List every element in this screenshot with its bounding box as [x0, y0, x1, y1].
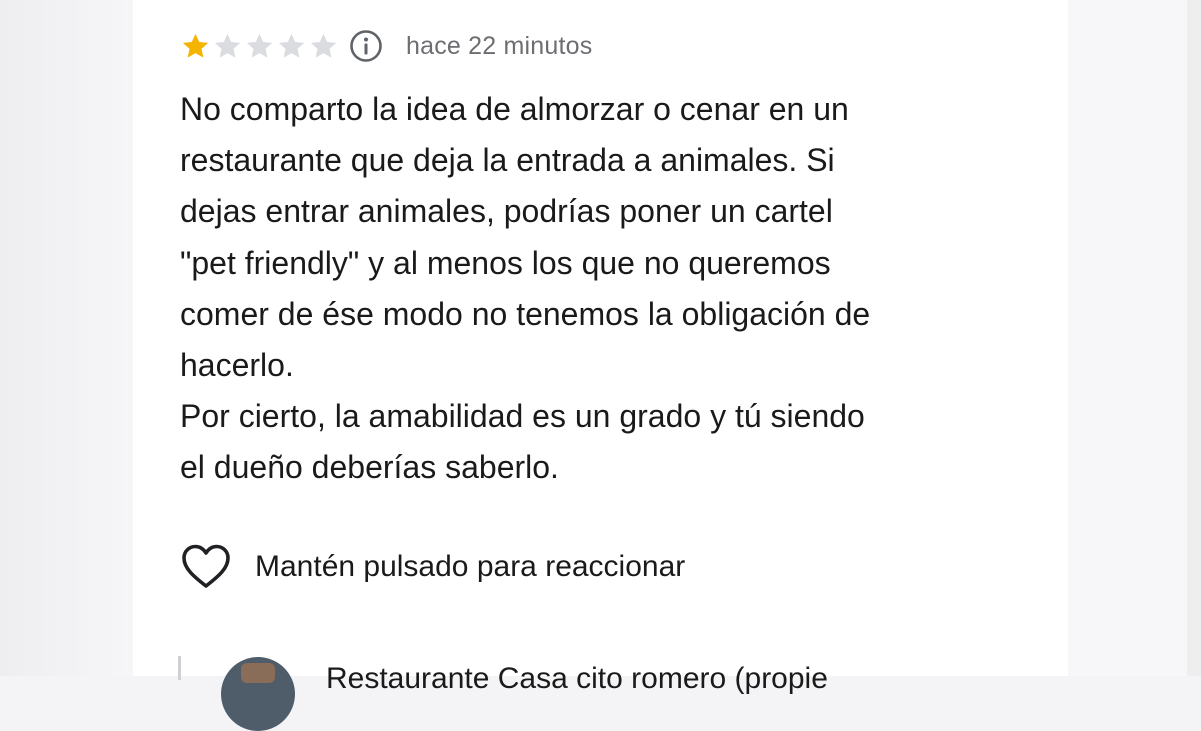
review-card: hace 22 minutos No comparto la idea de a… — [133, 0, 1068, 731]
review-text: No comparto la idea de almorzar o cenar … — [180, 84, 1040, 494]
review-text-line: hacerlo. — [180, 347, 294, 384]
right-edge-strip — [1187, 0, 1201, 676]
left-background — [0, 0, 133, 676]
review-text-line: restaurante que deja la entrada a animal… — [180, 142, 835, 179]
star-icon — [182, 33, 209, 58]
owner-reply-name[interactable]: Restaurante Casa cito romero (propie — [326, 662, 828, 696]
info-circle-icon[interactable] — [349, 29, 383, 63]
star-icon — [278, 33, 305, 58]
review-timestamp: hace 22 minutos — [406, 31, 593, 60]
review-text-line: comer de ése modo no tenemos la obligaci… — [180, 295, 871, 332]
star-rating — [180, 31, 340, 62]
review-text-line: Por cierto, la amabilidad es un grado y … — [180, 398, 865, 435]
heart-outline-icon[interactable] — [180, 542, 232, 592]
star-icon — [214, 33, 241, 58]
reply-indent-bar — [178, 656, 181, 680]
react-label: Mantén pulsado para reaccionar — [255, 550, 686, 583]
react-button[interactable]: Mantén pulsado para reaccionar — [180, 540, 685, 594]
owner-avatar[interactable] — [221, 657, 295, 731]
review-text-line: "pet friendly" y al menos los que no que… — [180, 244, 831, 281]
right-background — [1068, 0, 1201, 676]
review-header: hace 22 minutos — [180, 30, 592, 62]
review-text-line: No comparto la idea de almorzar o cenar … — [180, 91, 849, 127]
star-icon — [246, 33, 273, 58]
review-text-line: el dueño deberías saberlo. — [180, 449, 559, 486]
star-icon — [310, 33, 337, 58]
review-text-line: dejas entrar animales, podrías poner un … — [180, 193, 833, 230]
